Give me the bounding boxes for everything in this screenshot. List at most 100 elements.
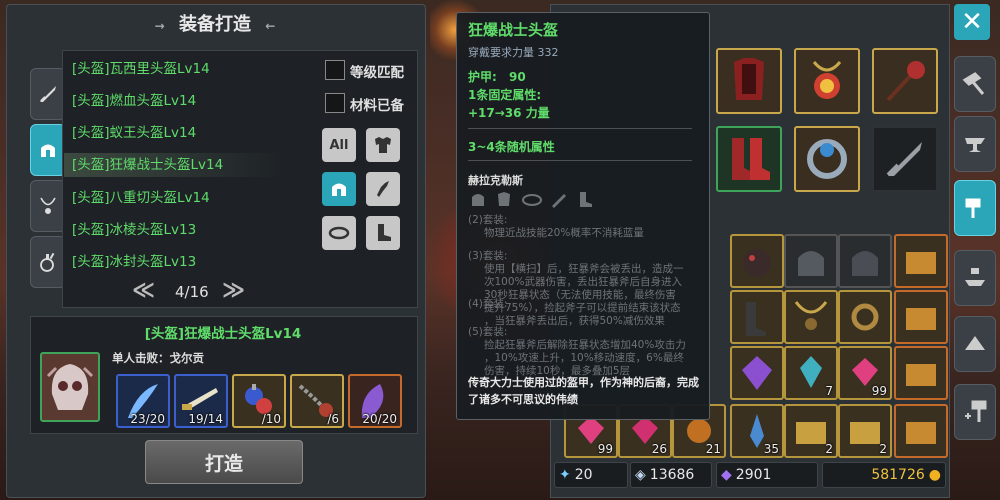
- list-item[interactable]: [头盔]瓦西里头盔Lv14: [72, 57, 210, 81]
- equip-slot-weapon[interactable]: [872, 48, 938, 114]
- list-item-selected[interactable]: [头盔]狂爆战士头盔Lv14: [64, 153, 282, 177]
- inventory-slot[interactable]: 99: [838, 346, 892, 400]
- tool-tab-enhance[interactable]: [954, 250, 996, 306]
- inventory-slot[interactable]: [894, 234, 948, 288]
- anvil-icon: [965, 138, 985, 152]
- inventory-slot[interactable]: [730, 234, 784, 288]
- inventory-slot[interactable]: 2: [784, 404, 838, 458]
- craft-hammer-icon: [965, 198, 981, 218]
- tab-weapon[interactable]: [30, 68, 66, 120]
- inventory-slot[interactable]: 2: [838, 404, 892, 458]
- gem-icon: ◈: [635, 467, 646, 483]
- equip-slot-amulet[interactable]: [794, 48, 860, 114]
- close-button[interactable]: ✕: [954, 4, 990, 40]
- list-item[interactable]: [头盔]燃血头盔Lv14: [72, 89, 196, 113]
- inventory-slot[interactable]: [730, 290, 784, 344]
- recipe-title: [头盔]狂爆战士头盔Lv14: [144, 326, 302, 342]
- filter-belt-button[interactable]: [322, 216, 356, 250]
- gem-currency: ◈ 13686: [630, 462, 712, 488]
- equip-slot-boots[interactable]: [716, 126, 782, 192]
- inventory-slot[interactable]: [730, 346, 784, 400]
- armor-label: 护甲:: [468, 70, 497, 84]
- tool-tab-socket[interactable]: [954, 316, 996, 372]
- fire-amulet-icon: [812, 61, 842, 99]
- craft-button[interactable]: 打造: [145, 440, 303, 484]
- armor-icon: [375, 137, 391, 153]
- crystal-icon: ✦: [559, 467, 571, 483]
- inventory-slot[interactable]: [784, 290, 838, 344]
- material-count: 23/20: [130, 412, 165, 426]
- inventory-slot[interactable]: 35: [730, 404, 784, 458]
- tool-tab-craft[interactable]: [954, 180, 996, 236]
- item-count: 99: [597, 442, 613, 456]
- material-slot[interactable]: 23/20: [116, 374, 170, 428]
- tab-necklace[interactable]: [30, 180, 66, 232]
- filter-all-button[interactable]: All: [322, 128, 356, 162]
- page-indicator: 4/16: [175, 283, 209, 301]
- equip-slot-ring[interactable]: [794, 126, 860, 192]
- material-slot[interactable]: /10: [232, 374, 286, 428]
- tooltip-fixed-attr-value: +17→36 力量: [468, 106, 550, 120]
- filter-armor-button[interactable]: [366, 128, 400, 162]
- material-slot[interactable]: 20/20: [348, 374, 402, 428]
- list-item[interactable]: [头盔]蚁王头盔Lv14: [72, 121, 196, 145]
- set-bonus-5: (5)套装: 捡起狂暴斧后解除狂暴状态增加40%攻击力 ，10%攻速上升，10%…: [468, 326, 700, 378]
- inventory-slot[interactable]: [784, 234, 838, 288]
- inventory-slot[interactable]: [894, 346, 948, 400]
- level-match-label: 等级匹配: [350, 65, 404, 81]
- level-match-checkbox[interactable]: [325, 60, 345, 80]
- tab-helmet[interactable]: [30, 124, 66, 176]
- iron-helmet-icon: [852, 251, 878, 276]
- list-item[interactable]: [头盔]冰封头盔Lv13: [72, 250, 196, 274]
- gold-amount: 581726: [871, 467, 925, 483]
- item-count: 21: [705, 442, 721, 456]
- prev-page-button[interactable]: ≪: [132, 278, 155, 303]
- filter-boots-button[interactable]: [366, 216, 400, 250]
- inventory-slot[interactable]: 7: [784, 346, 838, 400]
- tool-tab-upgrade[interactable]: [954, 384, 996, 440]
- material-slot[interactable]: /6: [290, 374, 344, 428]
- set-pieces-icon: [472, 192, 592, 208]
- filter-cape-button[interactable]: [366, 172, 400, 206]
- purple-gem-icon: ◆: [721, 467, 732, 483]
- equip-slot-empty[interactable]: [872, 126, 938, 192]
- panel-title: → 装备打造 ←: [0, 10, 430, 36]
- equip-slot-armor[interactable]: [716, 48, 782, 114]
- red-boots-icon: [732, 138, 770, 180]
- inventory-slot[interactable]: [838, 290, 892, 344]
- boots-icon: [378, 224, 391, 241]
- inventory-slot[interactable]: [894, 404, 948, 458]
- set-bonus-label: (2)套装:: [468, 214, 508, 226]
- list-item[interactable]: [头盔]八重切头盔Lv14: [72, 186, 210, 210]
- material-slot[interactable]: 19/14: [174, 374, 228, 428]
- tool-tab-repair[interactable]: [954, 116, 996, 172]
- tooltip-divider: [468, 128, 692, 129]
- item-count: 99: [871, 384, 887, 398]
- gauntlet-icon: [377, 181, 389, 197]
- filter-helmet-button[interactable]: [322, 172, 356, 206]
- boots-icon: [746, 302, 766, 336]
- inventory-slot[interactable]: [838, 234, 892, 288]
- tool-tab-disassemble[interactable]: [954, 56, 996, 112]
- belt-icon: [328, 226, 350, 240]
- red-armor-icon: [734, 58, 764, 100]
- set-bonus-2: (2)套装: 物理近战技能20%概率不消耗蓝量: [468, 214, 700, 240]
- potion-icon: [40, 252, 55, 272]
- gold-coin-icon: ●: [928, 467, 941, 483]
- helmet-icon: [41, 144, 55, 157]
- item-count: 35: [763, 442, 779, 456]
- material-ready-checkbox[interactable]: [325, 93, 345, 113]
- sword-icon: [40, 86, 56, 102]
- item-count: 2: [825, 442, 833, 456]
- hammer-icon: [962, 72, 985, 95]
- spiked-mace-icon: [886, 61, 925, 102]
- material-ready-label: 材料已备: [350, 98, 404, 114]
- list-item[interactable]: [头盔]冰棱头盔Lv13: [72, 218, 196, 242]
- tab-potion[interactable]: [30, 236, 66, 288]
- next-page-button[interactable]: ≫: [222, 278, 245, 303]
- purple-gem-amount: 2901: [735, 467, 772, 483]
- purple-currency: ◆ 2901: [716, 462, 818, 488]
- inventory-slot[interactable]: [894, 290, 948, 344]
- set-bonus-label: (3)套装:: [468, 250, 508, 262]
- set-bonus-4-label: (4)套装:: [468, 298, 508, 310]
